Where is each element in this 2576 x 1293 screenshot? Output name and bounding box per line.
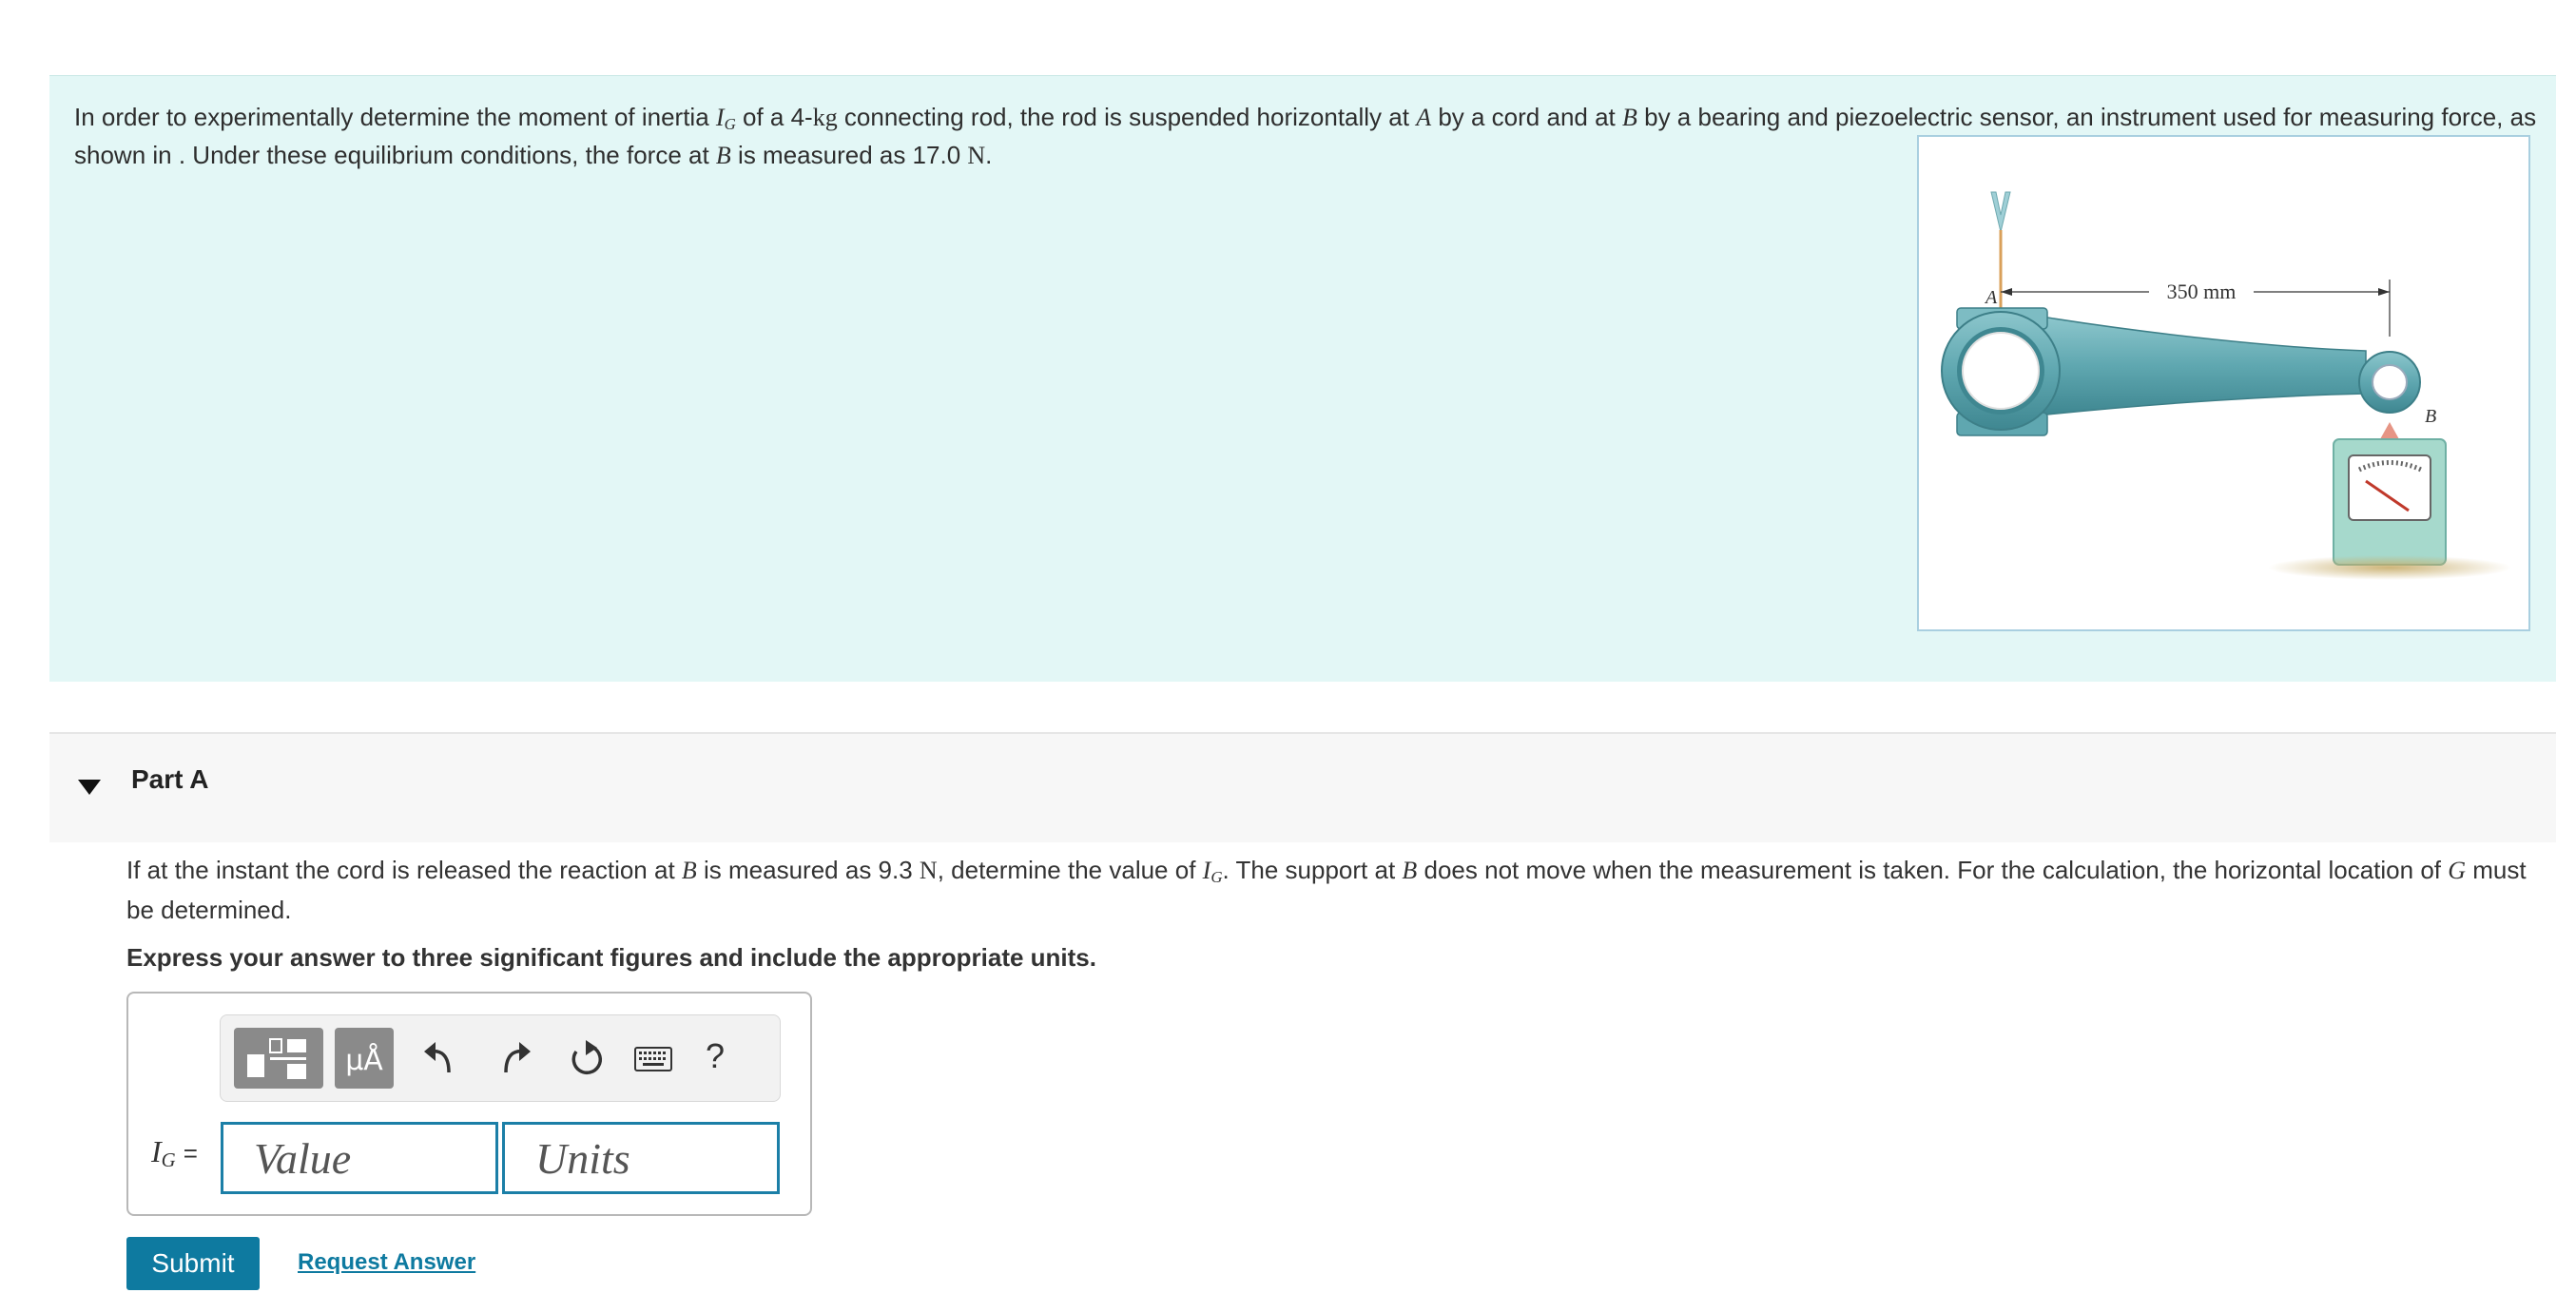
statement-text: by a cord and at — [1431, 103, 1622, 131]
part-a-header[interactable]: Part A — [49, 732, 2556, 842]
b-symbol: B — [1402, 857, 1418, 884]
dimension-label: 350 mm — [2167, 280, 2237, 303]
math-toolbar: μÅ ? — [220, 1014, 781, 1102]
value-input[interactable] — [221, 1122, 498, 1194]
units-input[interactable] — [502, 1122, 780, 1194]
newton-unit: N — [919, 857, 938, 884]
answer-box: μÅ ? IG = — [126, 992, 812, 1216]
statement-text: connecting rod, the rod is suspended hor… — [837, 103, 1417, 131]
b-symbol: B — [1622, 104, 1637, 131]
ig-symbol: IG — [1202, 857, 1223, 887]
answer-variable-label: IG = — [151, 1134, 198, 1172]
g-symbol: G — [2448, 857, 2467, 884]
request-answer-link[interactable]: Request Answer — [298, 1249, 475, 1276]
units-icon[interactable]: μÅ — [335, 1028, 394, 1089]
part-a-question: If at the instant the cord is released t… — [126, 856, 2527, 925]
statement-text: of a 4- — [735, 103, 813, 131]
a-symbol: A — [1416, 104, 1432, 131]
newton-unit: N — [967, 142, 986, 170]
undo-icon[interactable] — [420, 1036, 460, 1080]
submit-button[interactable]: Submit — [126, 1237, 260, 1290]
rod-body — [2023, 317, 2367, 415]
connecting-rod-figure: 350 mm A B — [1917, 135, 2530, 631]
problem-statement-panel: In order to experimentally determine the… — [49, 75, 2556, 682]
keyboard-icon[interactable] — [633, 1044, 673, 1074]
help-icon[interactable]: ? — [696, 1032, 734, 1080]
answer-instruction: Express your answer to three significant… — [126, 943, 1096, 972]
ig-symbol: IG — [715, 104, 736, 134]
collapse-triangle-icon[interactable] — [76, 776, 103, 799]
label-b: B — [2425, 406, 2436, 427]
statement-text: . — [985, 141, 993, 170]
templates-icon[interactable] — [234, 1028, 323, 1089]
connecting-rod-diagram: 350 mm A B — [1941, 191, 2511, 580]
redo-icon[interactable] — [494, 1036, 534, 1080]
reset-icon[interactable] — [565, 1036, 607, 1080]
ground-shadow — [2268, 555, 2511, 580]
part-a-title: Part A — [131, 764, 209, 794]
b-symbol: B — [715, 142, 731, 170]
kg-unit: kg — [812, 104, 838, 131]
statement-text: is measured as 17.0 — [730, 141, 968, 170]
label-a: A — [1984, 287, 1998, 308]
cord-clip-icon — [1990, 191, 2011, 233]
b-symbol: B — [681, 857, 697, 884]
statement-text: In order to experimentally determine the… — [74, 103, 716, 131]
